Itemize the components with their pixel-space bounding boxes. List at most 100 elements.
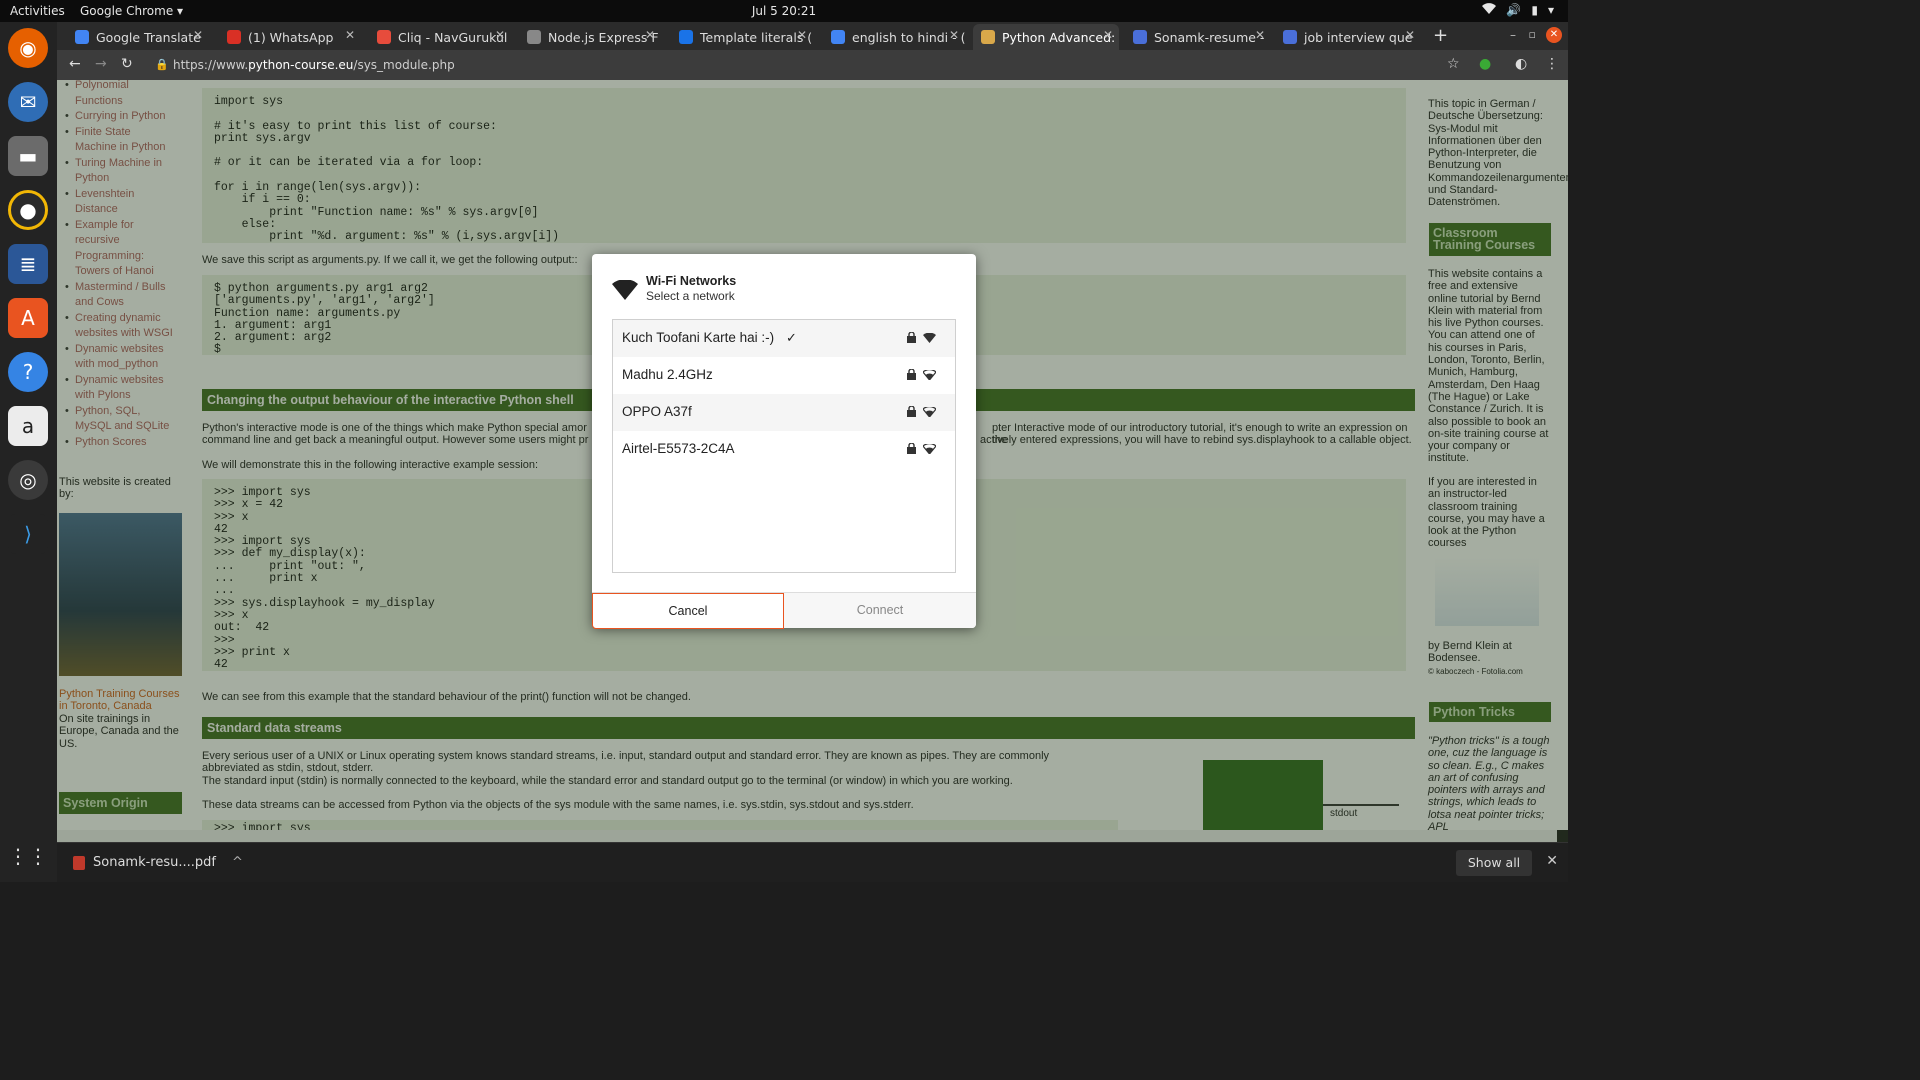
tab-close-icon[interactable]: ✕ xyxy=(1103,28,1113,42)
minimize-icon[interactable]: – xyxy=(1510,28,1516,42)
tab[interactable]: Node.js Express F ✕ xyxy=(519,24,661,50)
wifi-status-icon xyxy=(1482,3,1497,17)
url-path: /sys_module.php xyxy=(353,58,455,72)
lock-icon xyxy=(907,405,916,420)
volume-icon: 🔊 xyxy=(1506,3,1522,17)
downloads-bar: Sonamk-resu....pdf ^ Show all ✕ xyxy=(57,842,1568,882)
signal-icon xyxy=(922,368,937,383)
tab-label: Sonamk-resume - xyxy=(1154,29,1265,45)
network-ssid: OPPO A37f xyxy=(622,404,692,419)
new-tab-icon[interactable]: + xyxy=(1433,25,1448,46)
tab-close-icon[interactable]: ✕ xyxy=(645,28,655,42)
tab-close-icon[interactable]: ✕ xyxy=(1405,28,1415,42)
chevron-up-icon[interactable]: ^ xyxy=(232,855,243,870)
url-host: python-course.eu xyxy=(248,58,354,72)
power-menu-icon: ▾ xyxy=(1547,3,1554,17)
amazon-icon[interactable]: a xyxy=(8,406,48,446)
secure-lock-icon: 🔒 xyxy=(155,58,169,71)
tab-favicon xyxy=(679,30,693,44)
tab[interactable]: Google Translate ✕ xyxy=(67,24,209,50)
address-bar[interactable]: 🔒 https://www.python-course.eu/sys_modul… xyxy=(147,53,1467,77)
tab-close-icon[interactable]: ✕ xyxy=(495,28,505,42)
clock[interactable]: Jul 5 20:21 xyxy=(0,4,1568,18)
network-item[interactable]: OPPO A37f xyxy=(613,394,955,431)
writer-icon[interactable]: ≣ xyxy=(8,244,48,284)
cancel-button[interactable]: Cancel xyxy=(592,593,784,629)
tab[interactable]: job interview que ✕ xyxy=(1275,24,1421,50)
network-item[interactable]: Kuch Toofani Karte hai :-) ✓ xyxy=(613,320,955,357)
tab[interactable]: Cliq - NavGurukul ✕ xyxy=(369,24,511,50)
signal-icon xyxy=(922,442,937,457)
lock-icon xyxy=(907,442,916,457)
tab-close-icon[interactable]: ✕ xyxy=(949,28,959,42)
wifi-dialog: Wi-Fi Networks Select a network Kuch Too… xyxy=(592,254,976,629)
tab-favicon xyxy=(981,30,995,44)
battery-icon: ▮ xyxy=(1531,3,1538,17)
network-item[interactable]: Airtel-E5573-2C4A xyxy=(613,431,955,468)
tab-strip: Google Translate ✕ (1) WhatsApp ✕ Cliq - N… xyxy=(57,22,1568,50)
wifi-icon xyxy=(612,279,638,305)
network-item[interactable]: Madhu 2.4GHz xyxy=(613,357,955,394)
lock-icon xyxy=(907,331,916,346)
menu-kebab-icon[interactable]: ⋮ xyxy=(1545,56,1559,72)
tab-close-icon[interactable]: ✕ xyxy=(1255,28,1265,42)
extension-icon[interactable]: ● xyxy=(1479,56,1491,72)
tab-close-icon[interactable]: ✕ xyxy=(193,28,203,42)
tab-favicon xyxy=(377,30,391,44)
tab-favicon xyxy=(227,30,241,44)
signal-icon xyxy=(922,405,937,420)
system-tray[interactable]: 🔊 ▮ ▾ xyxy=(1482,3,1554,17)
thunderbird-icon[interactable]: ✉ xyxy=(8,82,48,122)
network-ssid: Madhu 2.4GHz xyxy=(622,367,713,382)
vscode-icon[interactable]: ⟩ xyxy=(8,514,48,554)
lock-icon xyxy=(907,368,916,383)
tab-favicon xyxy=(527,30,541,44)
dialog-button-row: Cancel Connect xyxy=(592,592,976,629)
network-ssid: Airtel-E5573-2C4A xyxy=(622,441,735,456)
tab[interactable]: Sonamk-resume - ✕ xyxy=(1125,24,1271,50)
tab-label: Cliq - NavGurukul xyxy=(398,29,508,45)
signal-icon xyxy=(923,331,936,346)
chrome-icon[interactable]: ◎ xyxy=(8,460,48,500)
tab-close-icon[interactable]: ✕ xyxy=(345,28,355,42)
firefox-icon[interactable]: ◉ xyxy=(8,28,48,68)
tab[interactable]: Template literals (✕ xyxy=(671,24,813,50)
tab-label: Python Advanced: xyxy=(1002,29,1116,45)
tab[interactable]: (1) WhatsApp ✕ xyxy=(219,24,361,50)
system-top-bar: Activities Google Chrome ▾ Jul 5 20:21 🔊… xyxy=(0,0,1568,22)
tab-favicon xyxy=(1283,30,1297,44)
browser-toolbar: ← → ↻ 🔒 https://www.python-course.eu/sys… xyxy=(57,50,1568,80)
tab-active[interactable]: Python Advanced: ✕ xyxy=(973,24,1119,50)
files-icon[interactable]: ▬ xyxy=(8,136,48,176)
dock: ◉ ✉ ▬ ● ≣ A ? a ◎ ⟩ ⋮⋮ xyxy=(0,22,57,882)
tab-label: job interview que xyxy=(1304,29,1413,45)
dialog-subtitle: Select a network xyxy=(646,289,735,303)
reload-icon[interactable]: ↻ xyxy=(121,56,133,72)
pdf-file-icon xyxy=(73,855,85,870)
tab-label: Google Translate xyxy=(96,29,201,45)
show-all-button[interactable]: Show all xyxy=(1456,850,1532,876)
tab-label: Template literals ( xyxy=(700,29,813,45)
connected-check-icon: ✓ xyxy=(786,330,797,345)
maximize-icon[interactable]: ▫ xyxy=(1529,28,1536,41)
software-center-icon[interactable]: A xyxy=(8,298,48,338)
profile-avatar-icon[interactable]: ◐ xyxy=(1515,56,1527,72)
forward-icon[interactable]: → xyxy=(95,56,107,72)
show-apps-icon[interactable]: ⋮⋮ xyxy=(8,836,48,876)
network-ssid: Kuch Toofani Karte hai :-) xyxy=(622,330,775,345)
window-close-icon[interactable]: ✕ xyxy=(1546,27,1562,43)
network-list: Kuch Toofani Karte hai :-) ✓ Madhu 2.4GH… xyxy=(612,319,956,573)
tab[interactable]: english to hindi - (✕ xyxy=(823,24,965,50)
download-filename: Sonamk-resu....pdf xyxy=(93,855,216,870)
download-item[interactable]: Sonamk-resu....pdf ^ xyxy=(73,855,243,870)
downloads-close-icon[interactable]: ✕ xyxy=(1546,853,1558,869)
help-icon[interactable]: ? xyxy=(8,352,48,392)
rhythmbox-icon[interactable]: ● xyxy=(8,190,48,230)
url-prefix: https://www. xyxy=(173,58,249,72)
bookmark-star-icon[interactable]: ☆ xyxy=(1447,56,1460,72)
back-icon[interactable]: ← xyxy=(69,56,81,72)
dialog-title: Wi-Fi Networks xyxy=(646,274,737,288)
connect-button[interactable]: Connect xyxy=(784,593,976,629)
tab-label: Node.js Express F xyxy=(548,29,659,45)
tab-close-icon[interactable]: ✕ xyxy=(797,28,807,42)
